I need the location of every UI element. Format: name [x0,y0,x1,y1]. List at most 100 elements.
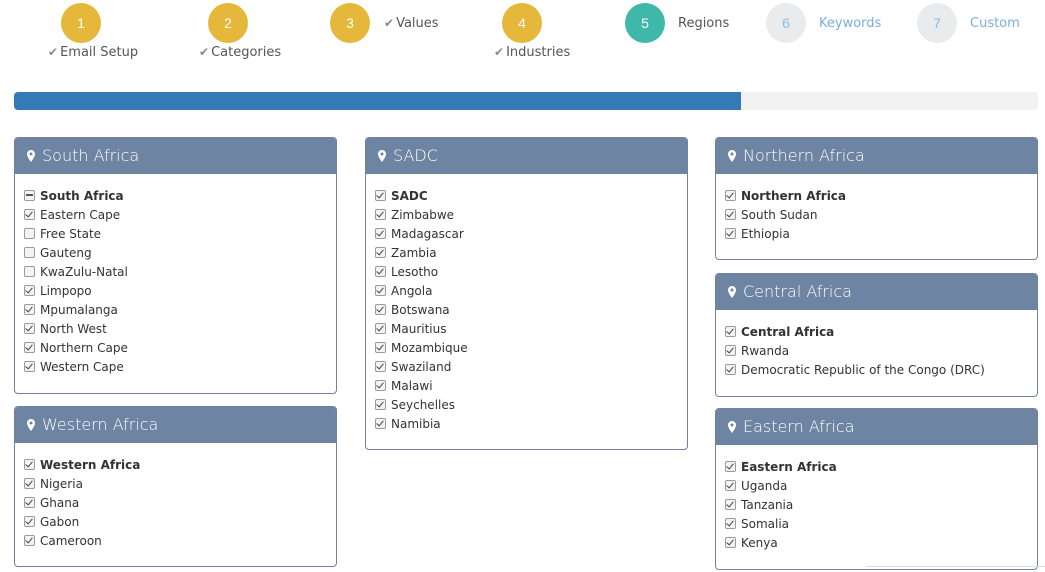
region-checkbox-row[interactable]: Zimbabwe [375,205,687,224]
checkbox-label[interactable]: Zambia [391,246,437,260]
checkbox[interactable] [375,266,386,277]
checkbox-label[interactable]: Lesotho [391,265,438,279]
region-checkbox-row[interactable]: Western Cape [24,357,336,376]
region-group-checkbox-row[interactable]: Eastern Africa [725,457,1037,476]
checkbox-label[interactable]: Western Cape [40,360,124,374]
region-checkbox-row[interactable]: North West [24,319,336,338]
region-group-checkbox-row[interactable]: Northern Africa [725,186,1037,205]
region-checkbox-row[interactable]: Malawi [375,376,687,395]
checkbox-label[interactable]: Western Africa [40,458,140,472]
region-checkbox-row[interactable]: Tanzania [725,495,1037,514]
region-checkbox-row[interactable]: Nigeria [24,474,336,493]
checkbox-label[interactable]: Ghana [40,496,79,510]
region-checkbox-row[interactable]: Limpopo [24,281,336,300]
region-checkbox-row[interactable]: Democratic Republic of the Congo (DRC) [725,360,1037,379]
step-6-label[interactable]: Keywords [819,16,881,31]
region-group-checkbox-row[interactable]: South Africa [24,186,336,205]
step-6-circle[interactable]: 6 [766,3,806,43]
checkbox-label[interactable]: Northern Cape [40,341,128,355]
region-checkbox-row[interactable]: Cameroon [24,531,336,550]
checkbox-label[interactable]: Cameroon [40,534,102,548]
checkbox[interactable] [375,190,386,201]
region-checkbox-row[interactable]: Uganda [725,476,1037,495]
checkbox[interactable] [725,209,736,220]
checkbox-label[interactable]: Limpopo [40,284,92,298]
region-group-checkbox-row[interactable]: Western Africa [24,455,336,474]
checkbox[interactable] [725,499,736,510]
checkbox[interactable] [24,228,35,239]
region-checkbox-row[interactable]: Swaziland [375,357,687,376]
checkbox-label[interactable]: Central Africa [741,325,834,339]
checkbox[interactable] [375,304,386,315]
checkbox-label[interactable]: Gabon [40,515,79,529]
checkbox[interactable] [24,285,35,296]
checkbox-label[interactable]: Kenya [741,536,778,550]
checkbox-label[interactable]: Mpumalanga [40,303,118,317]
checkbox-label[interactable]: Gauteng [40,246,92,260]
checkbox-label[interactable]: North West [40,322,107,336]
checkbox-label[interactable]: Malawi [391,379,433,393]
checkbox[interactable] [24,304,35,315]
checkbox[interactable] [375,228,386,239]
region-checkbox-row[interactable]: Northern Cape [24,338,336,357]
checkbox[interactable] [24,190,35,201]
region-checkbox-row[interactable]: South Sudan [725,205,1037,224]
checkbox[interactable] [375,380,386,391]
checkbox[interactable] [375,323,386,334]
region-checkbox-row[interactable]: Gauteng [24,243,336,262]
checkbox[interactable] [24,361,35,372]
checkbox[interactable] [24,209,35,220]
checkbox-label[interactable]: Angola [391,284,432,298]
step-7-circle[interactable]: 7 [917,3,957,43]
step-5-circle[interactable]: 5 [625,3,665,43]
checkbox[interactable] [375,342,386,353]
checkbox-label[interactable]: Mozambique [391,341,468,355]
region-checkbox-row[interactable]: Lesotho [375,262,687,281]
step-3-circle[interactable]: 3 [330,3,370,43]
checkbox[interactable] [725,537,736,548]
region-group-checkbox-row[interactable]: SADC [375,186,687,205]
checkbox-label[interactable]: South Sudan [741,208,818,222]
checkbox-label[interactable]: Tanzania [741,498,793,512]
region-checkbox-row[interactable]: Zambia [375,243,687,262]
checkbox-label[interactable]: Nigeria [40,477,83,491]
checkbox[interactable] [24,266,35,277]
step-7-label[interactable]: Custom [970,16,1020,31]
region-checkbox-row[interactable]: KwaZulu-Natal [24,262,336,281]
checkbox[interactable] [375,209,386,220]
checkbox[interactable] [24,516,35,527]
checkbox-label[interactable]: Democratic Republic of the Congo (DRC) [741,363,985,377]
checkbox[interactable] [725,518,736,529]
checkbox-label[interactable]: Botswana [391,303,450,317]
region-checkbox-row[interactable]: Mauritius [375,319,687,338]
checkbox[interactable] [24,478,35,489]
checkbox[interactable] [725,480,736,491]
region-group-checkbox-row[interactable]: Central Africa [725,322,1037,341]
region-checkbox-row[interactable]: Ghana [24,493,336,512]
checkbox[interactable] [375,399,386,410]
region-checkbox-row[interactable]: Gabon [24,512,336,531]
region-checkbox-row[interactable]: Namibia [375,414,687,433]
checkbox-label[interactable]: Ethiopia [741,227,790,241]
checkbox-label[interactable]: Rwanda [741,344,789,358]
region-checkbox-row[interactable]: Rwanda [725,341,1037,360]
checkbox[interactable] [725,228,736,239]
checkbox[interactable] [725,364,736,375]
checkbox-label[interactable]: Uganda [741,479,787,493]
checkbox-label[interactable]: Swaziland [391,360,451,374]
checkbox-label[interactable]: Zimbabwe [391,208,454,222]
step-5-label[interactable]: Regions [678,16,729,31]
checkbox[interactable] [725,190,736,201]
region-checkbox-row[interactable]: Ethiopia [725,224,1037,243]
checkbox[interactable] [24,247,35,258]
checkbox[interactable] [725,345,736,356]
checkbox[interactable] [24,535,35,546]
checkbox-label[interactable]: Somalia [741,517,789,531]
checkbox-label[interactable]: South Africa [40,189,124,203]
step-3-label[interactable]: ✔ Values [384,16,439,31]
checkbox-label[interactable]: Namibia [391,417,441,431]
region-checkbox-row[interactable]: Eastern Cape [24,205,336,224]
region-checkbox-row[interactable]: Angola [375,281,687,300]
region-checkbox-row[interactable]: Free State [24,224,336,243]
region-checkbox-row[interactable]: Mpumalanga [24,300,336,319]
